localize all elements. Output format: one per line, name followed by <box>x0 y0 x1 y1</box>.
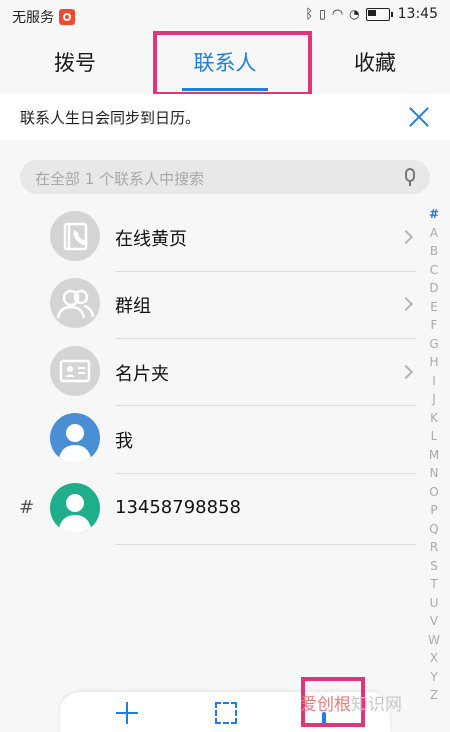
alpha-index-letter[interactable]: U <box>430 594 439 613</box>
alpha-index-letter[interactable]: E <box>430 298 438 317</box>
list-item-me[interactable]: 我 <box>0 403 416 473</box>
status-bar: 无服务 ᛒ ▯ ◠ ◔ 13:45 <box>0 0 450 32</box>
alpha-index-letter[interactable]: Z <box>430 686 438 705</box>
alpha-index-letter[interactable]: Y <box>430 668 437 687</box>
yellow-pages-icon <box>50 211 100 261</box>
search-placeholder: 在全部 1 个联系人中搜索 <box>35 170 205 188</box>
alpha-index-letter[interactable]: T <box>430 575 437 594</box>
alpha-index-letter[interactable]: L <box>431 427 438 446</box>
alpha-index-letter[interactable]: G <box>429 335 438 354</box>
alpha-index-letter[interactable]: J <box>432 390 436 409</box>
list-item-label: 在线黄页 <box>115 229 187 250</box>
notification-app-icon <box>59 9 75 25</box>
alpha-index-letter[interactable]: N <box>430 464 439 483</box>
vibrate-icon: ▯ <box>319 7 326 21</box>
list-item-contact[interactable]: 13458798858 <box>0 473 416 543</box>
scan-card-icon[interactable] <box>215 702 237 724</box>
avatar <box>50 483 100 533</box>
battery-icon <box>365 7 393 21</box>
alpha-index-letter[interactable]: D <box>429 279 438 298</box>
alpha-index-letter[interactable]: O <box>429 483 438 502</box>
bluetooth-icon: ᛒ <box>305 6 314 22</box>
chevron-right-icon <box>398 364 414 380</box>
watermark-part2: 知识网 <box>351 695 402 715</box>
search-input[interactable]: 在全部 1 个联系人中搜索 <box>20 160 430 194</box>
list-item-label: 我 <box>115 431 133 452</box>
alpha-index-letter[interactable]: K <box>430 409 438 428</box>
list-item-label: 群组 <box>115 296 151 317</box>
alpha-index-letter[interactable]: R <box>430 538 438 557</box>
alpha-index-letter[interactable]: I <box>432 372 436 391</box>
status-time: 13:45 <box>397 6 438 22</box>
alpha-index-letter[interactable]: Q <box>429 520 438 539</box>
list-item-label: 名片夹 <box>115 364 169 385</box>
alpha-index-letter[interactable]: V <box>430 612 438 631</box>
alpha-index-letter[interactable]: C <box>430 261 438 280</box>
watermark: 爱创根知识网 <box>300 690 402 715</box>
alarm-icon: ◔ <box>349 7 360 21</box>
alpha-index-letter[interactable]: B <box>430 242 438 261</box>
group-icon <box>50 278 100 328</box>
business-card-icon <box>50 346 100 396</box>
watermark-part1: 爱创根 <box>300 695 351 715</box>
highlight-box-contacts-tab <box>153 31 312 96</box>
alpha-index-letter[interactable]: W <box>428 631 440 650</box>
alpha-index-letter[interactable]: # <box>429 205 439 224</box>
alphabet-index[interactable]: # A B C D E F G H I J K L M N O P Q R S … <box>424 205 444 705</box>
alpha-index-letter[interactable]: M <box>429 446 439 465</box>
alpha-index-letter[interactable]: A <box>430 224 438 243</box>
birthday-sync-banner: 联系人生日会同步到日历。 <box>0 94 450 140</box>
alpha-index-letter[interactable]: S <box>430 557 438 576</box>
close-icon[interactable] <box>406 104 432 130</box>
carrier-status: 无服务 <box>12 7 75 27</box>
tab-dialer[interactable]: 拨号 <box>0 32 150 92</box>
list-item-yellow-pages[interactable]: 在线黄页 <box>0 201 416 271</box>
avatar <box>50 413 100 463</box>
list-item-groups[interactable]: 群组 <box>0 268 416 338</box>
list-item-label: 13458798858 <box>115 497 241 518</box>
carrier-text: 无服务 <box>12 10 54 26</box>
chevron-right-icon <box>398 229 414 245</box>
add-contact-icon[interactable] <box>116 702 138 724</box>
divider <box>115 544 416 545</box>
system-status: ᛒ ▯ ◠ ◔ 13:45 <box>299 6 438 22</box>
chevron-right-icon <box>398 296 414 312</box>
microphone-icon[interactable] <box>405 168 415 186</box>
wifi-icon: ◠ <box>331 6 344 22</box>
banner-text: 联系人生日会同步到日历。 <box>20 108 201 127</box>
alpha-index-letter[interactable]: X <box>430 649 438 668</box>
tab-favorites[interactable]: 收藏 <box>300 32 450 92</box>
alpha-index-letter[interactable]: H <box>429 353 438 372</box>
alpha-index-letter[interactable]: F <box>431 316 438 335</box>
alpha-index-letter[interactable]: P <box>430 501 437 520</box>
list-item-business-cards[interactable]: 名片夹 <box>0 336 416 406</box>
